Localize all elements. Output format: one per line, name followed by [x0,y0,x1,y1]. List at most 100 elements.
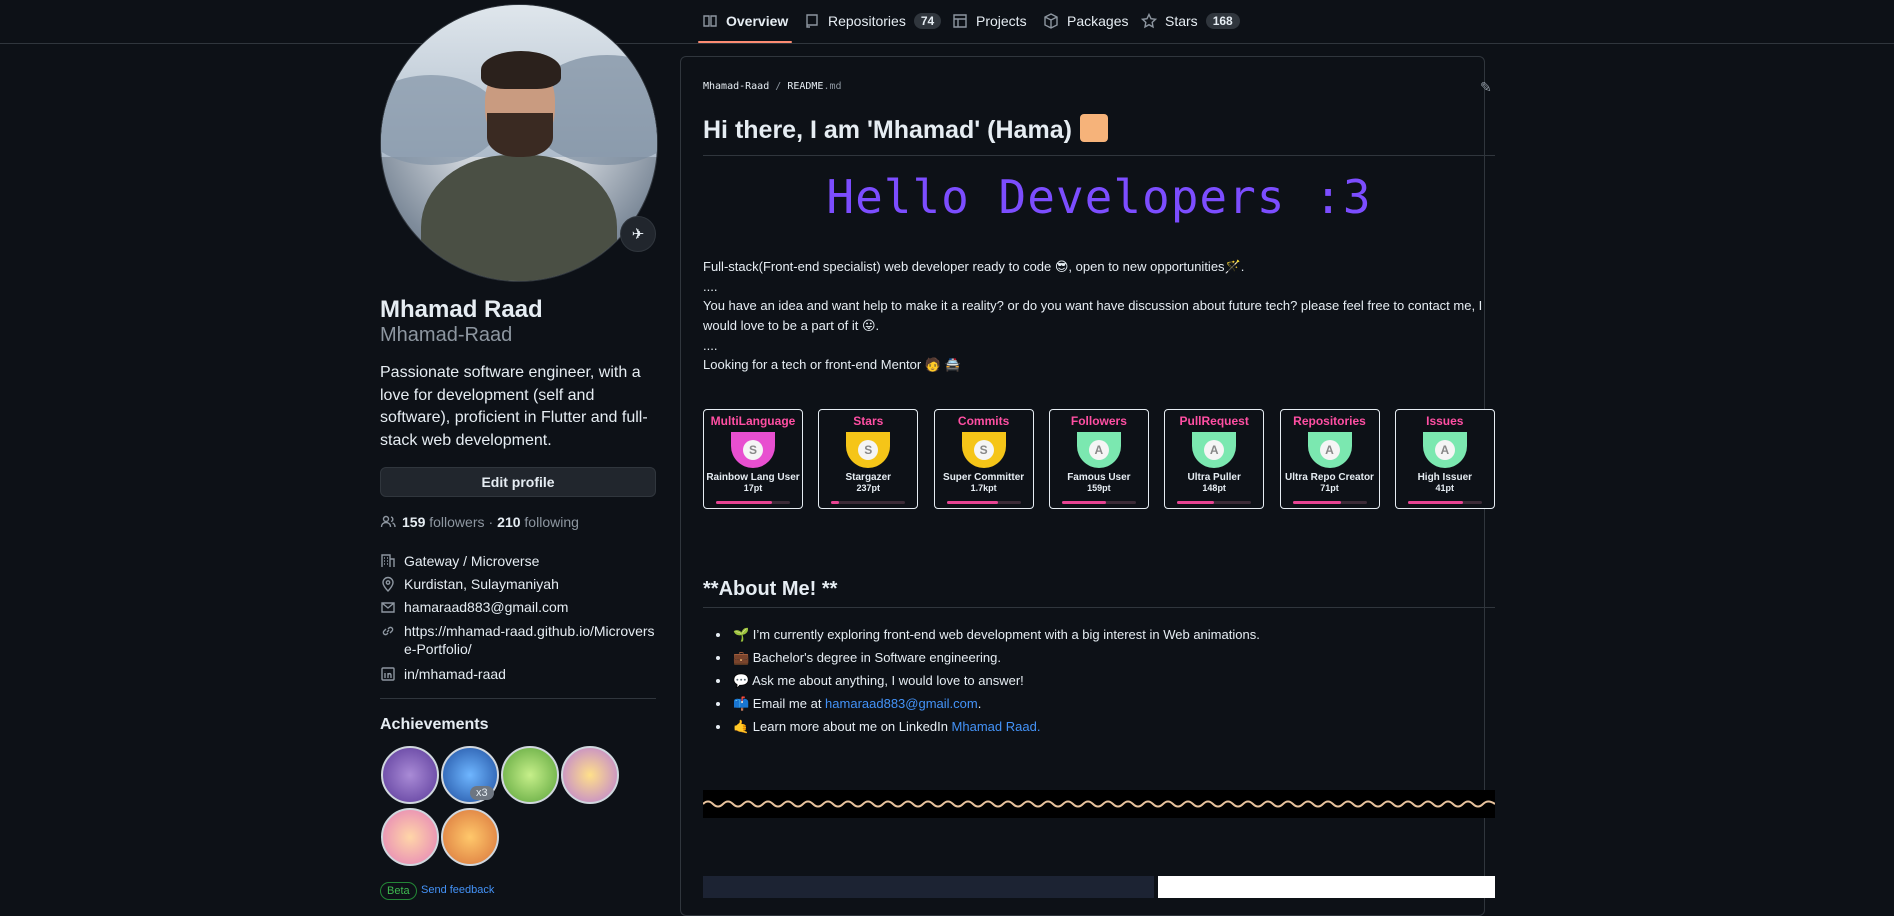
trophy-points: 41pt [1435,483,1455,493]
website-item: https://mhamad-raad.github.io/Microverse… [380,622,660,658]
path-slash: / [775,81,782,92]
location-text: Kurdistan, Sulaymaniyah [404,576,559,592]
linkedin-icon [381,667,395,681]
about-item-link[interactable]: hamaraad883@gmail.com [825,696,978,711]
about-item-link[interactable]: Mhamad Raad. [952,719,1041,734]
followers-link[interactable]: 159 followers [402,514,485,530]
count-badge: 168 [1205,13,1240,29]
trophy-name: Famous User [1067,472,1131,483]
trophy-progress-fill [716,501,772,504]
about-list-item: 📫 Email me at hamaraad883@gmail.com. [731,692,1260,715]
edit-profile-button[interactable]: Edit profile [380,467,656,497]
achievement-yolo-badge[interactable] [381,808,439,866]
about-item-text: 💼 Bachelor's degree in Software engineer… [733,650,1001,665]
edit-pencil-icon[interactable]: ✎ [1480,79,1492,96]
trophy-title: MultiLanguage [710,414,796,428]
trophy-name: Stargazer [845,472,892,483]
linkedin-link[interactable]: in/mhamad-raad [404,665,506,683]
status-emoji-icon[interactable]: ✈ [620,216,656,252]
intro-paragraph: Full-stack(Front-end specialist) web dev… [703,259,1245,274]
tab-repositories[interactable]: Repositories 74 [804,0,942,42]
email-item: hamaraad883@gmail.com [380,598,568,616]
linkedin-item: in/mhamad-raad [380,665,506,683]
tab-label: Repositories [828,13,906,29]
tab-stars[interactable]: Stars 168 [1141,0,1240,42]
about-item-text: 📫 Email me at [733,696,826,711]
people-icon [380,515,396,528]
trophy-progress-fill [946,501,999,504]
trophy-points: 159pt [1087,483,1111,493]
tab-packages[interactable]: Packages [1043,0,1128,42]
about-item-suffix: . [977,696,982,711]
trophy-progress-fill [1177,501,1215,504]
trophy-cup-icon: A [1076,432,1121,468]
trophy-card: Stars S Stargazer 237pt [818,409,919,509]
tab-label: Projects [976,13,1027,29]
readme-heading: Hi there, I am 'Mhamad' (Hama) [703,114,1108,145]
trophy-progress [946,501,1021,504]
trophy-title: Stars [853,414,884,428]
mail-icon [381,602,395,613]
trophy-card: MultiLanguage S Rainbow Lang User 17pt [703,409,803,509]
website-link[interactable]: https://mhamad-raad.github.io/Microverse… [404,622,660,658]
about-list-item: 💬 Ask me about anything, I would love to… [731,669,1260,692]
waving-hand-icon [1079,114,1108,142]
dots-line: .... [703,338,718,353]
trophy-title: Followers [1070,414,1127,428]
divider [703,607,1495,608]
profile-bio: Passionate software engineer, with a lov… [380,364,648,449]
readme-file: README [787,81,824,92]
about-list-item: 💼 Bachelor's degree in Software engineer… [731,646,1260,669]
trophy-name: Super Committer [943,472,1025,483]
following-label: following [524,514,579,530]
about-item-text: 🤙 Learn more about me on LinkedIn [733,719,952,734]
tab-label: Packages [1067,13,1129,29]
profile-tabs: Overview Repositories 74 Projects Packag… [0,0,1894,44]
book-icon [703,15,717,27]
achievement-galaxy-brain-badge[interactable] [381,746,439,804]
trophy-progress-fill [831,501,839,504]
email-link[interactable]: hamaraad883@gmail.com [404,598,568,616]
following-link[interactable]: 210 following [497,514,579,530]
avatar[interactable] [380,4,658,282]
trophy-progress [831,501,906,504]
contact-paragraph: You have an idea and want help to make i… [703,298,1483,333]
trophy-title: Issues [1426,414,1464,428]
send-feedback-link[interactable]: Send feedback [421,884,494,896]
tab-overview[interactable]: Overview [697,0,793,43]
trophy-points: 148pt [1202,483,1226,493]
achievements-heading: Achievements [380,716,489,733]
profile-name: Mhamad Raad [380,296,543,323]
trophy-name: Ultra Puller [1187,472,1241,483]
divider [703,155,1495,156]
trophy-progress-fill [1407,501,1464,504]
trophy-cup-icon: S [846,432,891,468]
trophy-progress [716,501,790,504]
trophy-points: 71pt [1320,483,1339,493]
star-icon [1141,13,1157,29]
achievement-pair-extraordinaire-badge[interactable] [501,746,559,804]
about-item-text: 🌱 I’m currently exploring front-end web … [733,627,1260,642]
count-badge: 74 [913,13,942,29]
link-icon [382,626,394,636]
achievement-starstruck-badge[interactable] [441,808,499,866]
trophy-cup-icon: S [961,432,1006,468]
following-count: 210 [497,514,521,530]
readme-owner-link[interactable]: Mhamad-Raad [703,81,769,92]
trophy-title: Repositories [1293,414,1366,428]
trophy-cup-icon: A [1192,432,1237,468]
trophy-rank: S [858,440,879,460]
about-item-text: 💬 Ask me about anything, I would love to… [733,673,1024,688]
achievement-multiplier: x3 [470,786,494,800]
tab-projects[interactable]: Projects [952,0,1027,42]
tab-label: Overview [726,13,789,29]
trophy-card: Issues A High Issuer 41pt [1394,409,1495,509]
trophy-card: Followers A Famous User 159pt [1048,409,1149,509]
readme-path: Mhamad-Raad / README.md [703,81,842,92]
achievement-quickdraw-badge[interactable] [561,746,619,804]
beta-label: Beta [380,882,417,900]
trophy-progress [1061,501,1136,504]
trophy-card: Repositories A Ultra Repo Creator 71pt [1279,409,1380,509]
follow-stats: 159 followers · 210 following [380,514,579,530]
trophy-progress-fill [1292,501,1341,504]
